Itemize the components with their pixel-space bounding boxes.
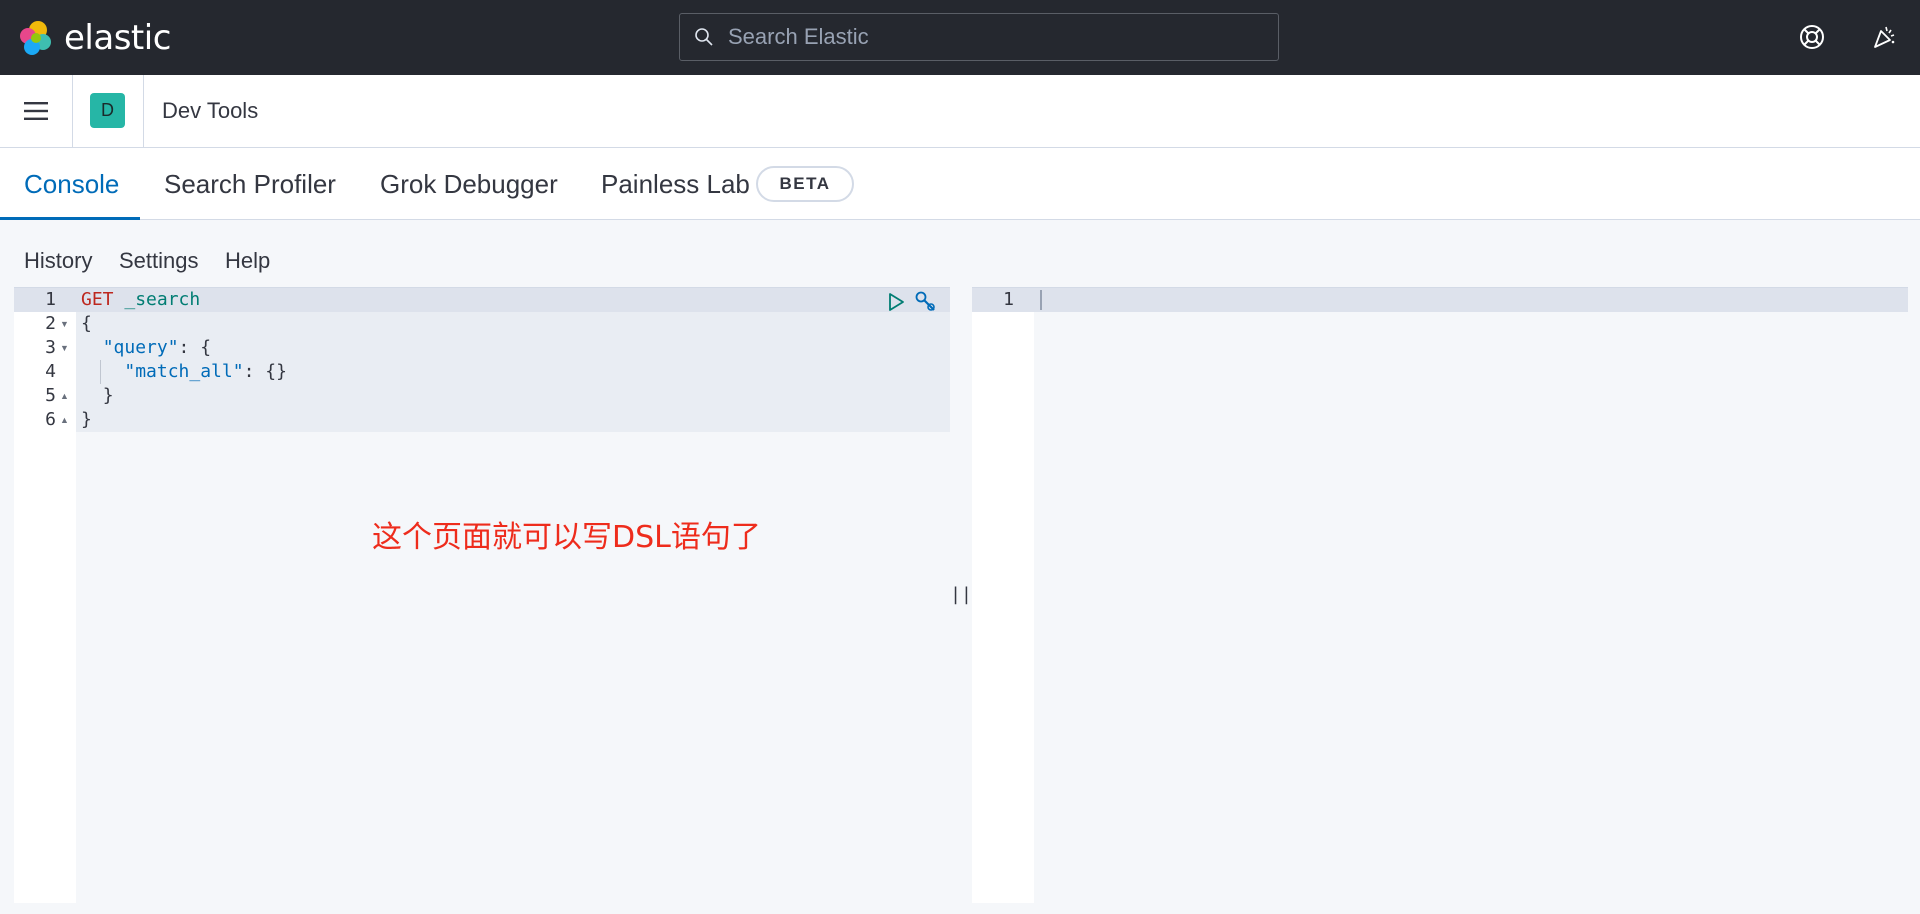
output-gutter: 1 [972, 288, 1034, 903]
settings-link[interactable]: Settings [119, 248, 199, 274]
history-link[interactable]: History [24, 248, 92, 274]
editor-gutter: 1 2 ▼ 3 ▼ 4 5 ▲ 6 ▲ [14, 288, 76, 903]
code-line-6: } [81, 409, 92, 430]
line-number: 1 [1003, 289, 1014, 310]
code-line-4: "match_all": {} [81, 360, 287, 384]
json-punct: : { [178, 337, 212, 358]
json-punct: } [102, 385, 114, 406]
beta-badge: BETA [756, 166, 854, 202]
line-number: 5 [45, 385, 56, 406]
divider [143, 75, 144, 148]
line-number: 1 [45, 289, 56, 310]
menu-hamburger-icon[interactable] [16, 91, 56, 131]
devtools-tabs: Console Search Profiler Grok Debugger Pa… [0, 148, 1920, 220]
code-line-3: "query": { [81, 336, 211, 360]
breadcrumb-bar: D Dev Tools [0, 75, 1920, 148]
global-search[interactable] [679, 13, 1279, 61]
line-number: 3 [45, 337, 56, 358]
fold-toggle-icon[interactable]: ▼ [60, 312, 72, 336]
code-line-1: GET _search [81, 288, 200, 312]
divider [72, 75, 73, 148]
elastic-logo[interactable]: elastic [16, 18, 171, 58]
tab-console[interactable]: Console [24, 148, 119, 220]
line-number: 2 [45, 313, 56, 334]
tab-search-profiler[interactable]: Search Profiler [164, 148, 336, 220]
request-editor[interactable]: 1 2 ▼ 3 ▼ 4 5 ▲ 6 ▲ GET _search { "query… [14, 287, 950, 903]
request-url: _search [124, 289, 201, 310]
editor-code-area[interactable]: GET _search { "query": { "match_all": {}… [76, 288, 950, 903]
json-key: "match_all" [124, 361, 244, 382]
response-output[interactable]: 1 [972, 287, 1908, 903]
active-line-highlight [1034, 288, 1908, 312]
search-icon [680, 14, 728, 60]
code-line-5: } [81, 384, 114, 408]
search-input[interactable] [728, 24, 1248, 50]
tab-grok-debugger[interactable]: Grok Debugger [380, 148, 558, 220]
json-punct: : {} [243, 361, 287, 382]
annotation-text: 这个页面就可以写DSL语句了 [372, 520, 761, 555]
fold-toggle-icon[interactable]: ▲ [60, 408, 72, 432]
line-number: 6 [45, 409, 56, 430]
wrench-settings-icon[interactable] [914, 290, 938, 314]
text-cursor [1040, 290, 1042, 310]
space-avatar[interactable]: D [90, 93, 125, 128]
panel-resizer-handle[interactable]: || [950, 287, 972, 902]
json-key: "query" [102, 337, 179, 358]
active-line-highlight [76, 288, 950, 312]
console-menu: History Settings Help [0, 220, 1920, 287]
help-lifebuoy-icon[interactable] [1795, 20, 1829, 54]
http-method: GET [81, 289, 114, 310]
breadcrumb-current: Dev Tools [162, 98, 259, 123]
line-number: 4 [45, 361, 56, 382]
send-request-play-icon[interactable] [884, 290, 908, 314]
fold-toggle-icon[interactable]: ▼ [60, 336, 72, 360]
help-link[interactable]: Help [225, 248, 270, 274]
brand-name: elastic [64, 18, 171, 58]
elastic-logo-icon [20, 21, 51, 55]
fold-toggle-icon[interactable]: ▲ [60, 384, 72, 408]
code-line-2: { [81, 313, 92, 334]
tab-painless-lab[interactable]: Painless Lab [601, 148, 750, 220]
top-header: elastic [0, 0, 1920, 75]
newsfeed-cheer-icon[interactable] [1867, 20, 1901, 54]
